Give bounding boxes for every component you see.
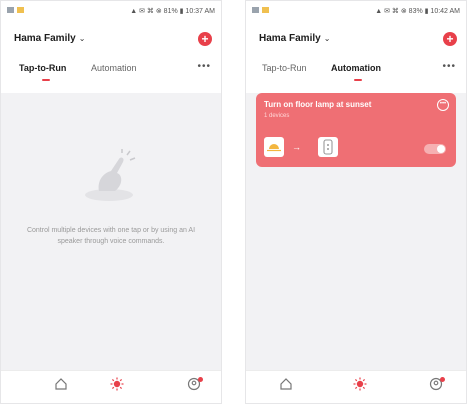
automation-toggle[interactable] [424,144,446,154]
nav-smart[interactable] [348,377,372,397]
toggle-knob [437,145,445,153]
bottom-navigation [246,370,466,403]
sunset-condition-icon [264,137,284,157]
empty-state-message: Control multiple devices with one tap or… [26,227,196,245]
tab-automation[interactable]: Automation [331,63,381,73]
notification-icons [7,7,24,13]
header: Hama Family ⌄ + Tap-to-Run Automation ••… [1,23,221,93]
active-tab-indicator [354,79,362,81]
phone-screen-tap-to-run: ▲ ✉ ⌘ ⊗ 81% ▮ 10:37 AM Hama Family ⌄ + T… [0,0,222,404]
image-icon [7,7,14,13]
notification-dot [440,377,445,382]
home-title: Hama Family [14,33,76,44]
nav-profile[interactable] [182,377,206,397]
tap-hand-illustration-icon [85,149,136,201]
status-text: ▲ ✉ ⌘ ⊗ 83% ▮ 10:42 AM [375,8,460,15]
status-text: ▲ ✉ ⌘ ⊗ 81% ▮ 10:37 AM [130,8,215,15]
folder-icon [262,7,269,13]
notification-icons [252,7,269,13]
chevron-down-icon: ⌄ [323,34,331,43]
automation-card[interactable]: Turn on floor lamp at sunset 1 devices •… [256,93,456,167]
folder-icon [17,7,24,13]
card-more-icon[interactable]: ••• [437,99,449,111]
smart-plug-device-icon [318,137,338,157]
add-scene-button[interactable]: + [443,32,457,46]
sun-icon [110,377,124,391]
add-scene-button[interactable]: + [198,32,212,46]
sun-icon [353,377,367,391]
automation-title: Turn on floor lamp at sunset [264,100,372,109]
nav-smart[interactable] [105,377,129,397]
more-dots-icon[interactable]: ••• [197,61,211,72]
automation-content: Turn on floor lamp at sunset 1 devices •… [246,93,466,371]
header: Hama Family ⌄ + Tap-to-Run Automation ••… [246,23,466,93]
plus-icon: + [201,32,209,46]
home-icon [280,378,292,390]
arrow-right-icon: → [292,142,301,152]
tab-tap-to-run[interactable]: Tap-to-Run [19,63,66,73]
tap-to-run-content: Control multiple devices with one tap or… [1,93,221,371]
home-selector[interactable]: Hama Family ⌄ [259,33,330,44]
tab-automation[interactable]: Automation [91,63,137,73]
scene-tabs: Tap-to-Run Automation ••• [246,61,466,91]
active-tab-indicator [42,79,50,81]
notification-dot [198,377,203,382]
chevron-down-icon: ⌄ [78,34,86,43]
status-bar: ▲ ✉ ⌘ ⊗ 81% ▮ 10:37 AM [1,1,221,23]
home-title: Hama Family [259,33,321,44]
status-bar: ▲ ✉ ⌘ ⊗ 83% ▮ 10:42 AM [246,1,466,23]
home-icon [55,378,67,390]
automation-subtitle: 1 devices [264,113,290,119]
home-selector[interactable]: Hama Family ⌄ [14,33,85,44]
bottom-navigation [1,370,221,403]
tab-tap-to-run[interactable]: Tap-to-Run [262,63,307,73]
nav-home[interactable] [49,377,73,397]
more-dots-icon[interactable]: ••• [442,61,456,72]
phone-screen-automation: ▲ ✉ ⌘ ⊗ 83% ▮ 10:42 AM Hama Family ⌄ + T… [245,0,467,404]
nav-profile[interactable] [424,377,448,397]
image-icon [252,7,259,13]
nav-home[interactable] [274,377,298,397]
plus-icon: + [446,32,454,46]
scene-tabs: Tap-to-Run Automation ••• [1,61,221,91]
